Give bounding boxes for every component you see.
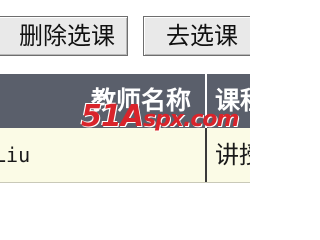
teacher-name-cell: Liu — [0, 128, 205, 182]
table-empty-area — [0, 183, 250, 230]
teacher-name-value: Liu — [0, 143, 31, 167]
table-row[interactable]: Liu 讲授 — [0, 128, 250, 183]
go-select-course-button[interactable]: 去选课 — [143, 16, 250, 56]
column-header-teacher-name[interactable]: 教师名称 — [0, 74, 205, 128]
course-selection-page: 删除选课 去选课 教师名称 课程类型 Liu 讲授 51Aspx.com — [0, 0, 250, 230]
course-type-cell: 讲授 — [215, 141, 250, 169]
column-header-teacher-name-label: 教师名称 — [90, 86, 191, 115]
course-table: 教师名称 课程类型 Liu 讲授 — [0, 74, 250, 230]
column-header-course-type[interactable]: 课程类型 — [207, 74, 250, 128]
remove-course-button[interactable]: 删除选课 — [0, 16, 128, 56]
